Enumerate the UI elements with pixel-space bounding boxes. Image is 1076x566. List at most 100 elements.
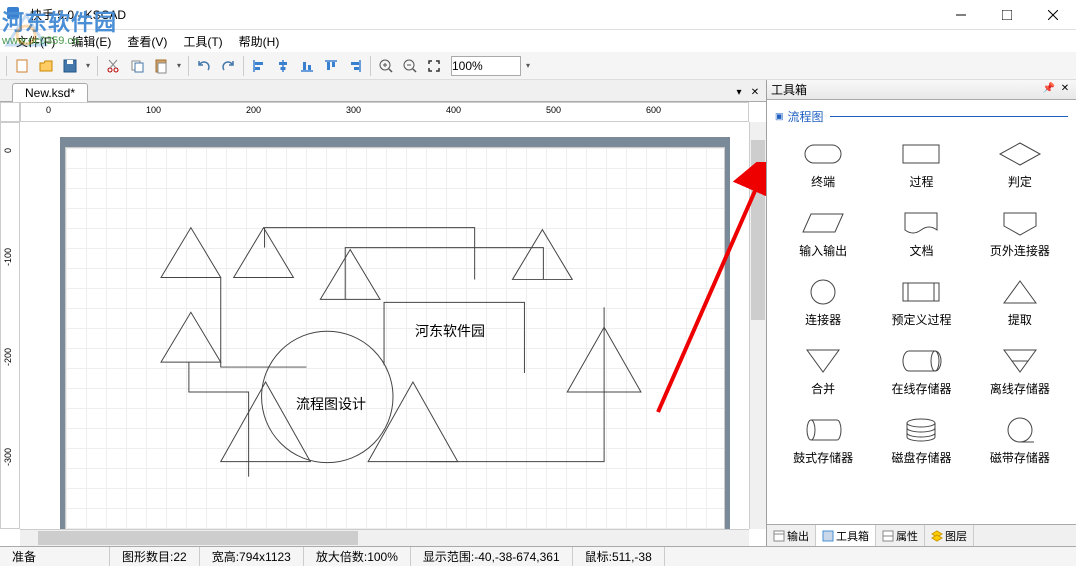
paste-button[interactable]: [150, 55, 172, 77]
category-header[interactable]: ▣ 流程图: [767, 100, 1076, 129]
shape-label: 判定: [1008, 173, 1032, 190]
zoom-combo[interactable]: [451, 56, 521, 76]
align-top-button[interactable]: [320, 55, 342, 77]
tape-storage-icon: [998, 415, 1042, 445]
open-button[interactable]: [35, 55, 57, 77]
status-bar: 准备 图形数目:22 宽高:794x1123 放大倍数:100% 显示范围:-4…: [0, 546, 1076, 566]
new-button[interactable]: [11, 55, 33, 77]
predefined-icon: [899, 277, 943, 307]
redo-button[interactable]: [217, 55, 239, 77]
shape-label: 预定义过程: [891, 311, 951, 328]
shape-connector[interactable]: 连接器: [775, 271, 871, 334]
shape-label: 终端: [811, 173, 835, 190]
ruler-corner: [0, 102, 20, 122]
zoom-in-button[interactable]: [375, 55, 397, 77]
scrollbar-vertical[interactable]: [749, 122, 766, 529]
cut-button[interactable]: [102, 55, 124, 77]
drum-storage-icon: [801, 415, 845, 445]
document-tab[interactable]: New.ksd*: [12, 83, 88, 102]
status-ready: 准备: [0, 547, 110, 566]
zoom-out-button[interactable]: [399, 55, 421, 77]
shape-label: 输入输出: [799, 242, 847, 259]
io-icon: [801, 208, 845, 238]
shape-label: 页外连接器: [990, 242, 1050, 259]
shape-label: 文档: [909, 242, 933, 259]
toolbox-panel: 工具箱 📌 ✕ ▣ 流程图 终端 过程 判定输入输出 文档 页外连接器连接器 预定义过程 提…: [766, 80, 1076, 546]
shape-label: 在线存储器: [891, 380, 951, 397]
shape-disk-storage[interactable]: 磁盘存储器: [873, 409, 969, 472]
app-icon: [5, 5, 25, 25]
panel-title: 工具箱: [771, 81, 1040, 98]
menu-file[interactable]: 文件(F): [8, 31, 63, 52]
title-bar: 快手 5.0 - KSCAD: [0, 0, 1076, 30]
shape-label: 连接器: [805, 311, 841, 328]
shape-offline-storage[interactable]: 离线存储器: [972, 340, 1068, 403]
align-left-button[interactable]: [248, 55, 270, 77]
tab-dropdown-icon[interactable]: ▾: [732, 87, 746, 101]
offline-storage-icon: [998, 346, 1042, 376]
merge-icon: [801, 346, 845, 376]
panel-tab-output[interactable]: 输出: [767, 525, 816, 546]
align-bottom-button[interactable]: [296, 55, 318, 77]
panel-tab-bar: 输出 工具箱 属性 图层: [767, 524, 1076, 546]
shape-online-storage[interactable]: 在线存储器: [873, 340, 969, 403]
shape-io[interactable]: 输入输出: [775, 202, 871, 265]
shape-label: 离线存储器: [990, 380, 1050, 397]
menu-help[interactable]: 帮助(H): [231, 31, 288, 52]
shape-extract[interactable]: 提取: [972, 271, 1068, 334]
status-viewport: 显示范围:-40,-38-674,361: [411, 547, 573, 566]
panel-tab-properties[interactable]: 属性: [876, 525, 925, 546]
window-title: 快手 5.0 - KSCAD: [30, 6, 938, 23]
paste-dropdown-icon[interactable]: ▾: [174, 61, 184, 70]
minimize-button[interactable]: [938, 0, 984, 30]
shape-drum-storage[interactable]: 鼓式存储器: [775, 409, 871, 472]
panel-pin-icon[interactable]: 📌: [1042, 83, 1056, 97]
scrollbar-horizontal[interactable]: [20, 529, 749, 546]
canvas-text-label: 河东软件园: [415, 321, 485, 341]
shape-process[interactable]: 过程: [873, 133, 969, 196]
menu-tools[interactable]: 工具(T): [175, 31, 230, 52]
shape-decision[interactable]: 判定: [972, 133, 1068, 196]
disk-storage-icon: [899, 415, 943, 445]
shape-offpage[interactable]: 页外连接器: [972, 202, 1068, 265]
shape-label: 提取: [1008, 311, 1032, 328]
menu-view[interactable]: 查看(V): [119, 31, 175, 52]
panel-close-icon[interactable]: ✕: [1058, 83, 1072, 97]
connector-icon: [801, 277, 845, 307]
close-button[interactable]: [1030, 0, 1076, 30]
save-button[interactable]: [59, 55, 81, 77]
status-shape-count: 图形数目:22: [110, 547, 200, 566]
menu-bar: 文件(F) 编辑(E) 查看(V) 工具(T) 帮助(H): [0, 30, 1076, 52]
zoom-dropdown-icon[interactable]: ▾: [523, 61, 533, 70]
offpage-icon: [998, 208, 1042, 238]
shape-terminator[interactable]: 终端: [775, 133, 871, 196]
drawing-page[interactable]: 河东软件园 流程图设计: [65, 147, 725, 529]
tab-close-icon[interactable]: ✕: [748, 87, 762, 101]
shape-document[interactable]: 文档: [873, 202, 969, 265]
shape-label: 鼓式存储器: [793, 449, 853, 466]
status-page-size: 宽高:794x1123: [200, 547, 304, 566]
extract-icon: [998, 277, 1042, 307]
align-center-h-button[interactable]: [272, 55, 294, 77]
shape-merge[interactable]: 合并: [775, 340, 871, 403]
panel-tab-layers[interactable]: 图层: [925, 525, 974, 546]
copy-button[interactable]: [126, 55, 148, 77]
shape-label: 过程: [909, 173, 933, 190]
editor-area: New.ksd* ▾ ✕ 0 100 200 300 400 500 600 0…: [0, 80, 766, 546]
align-right-button[interactable]: [344, 55, 366, 77]
canvas[interactable]: 河东软件园 流程图设计: [20, 122, 749, 529]
process-icon: [899, 139, 943, 169]
ruler-vertical: 0 -100 -200 -300: [0, 122, 20, 529]
maximize-button[interactable]: [984, 0, 1030, 30]
shape-label: 磁带存储器: [990, 449, 1050, 466]
shape-tape-storage[interactable]: 磁带存储器: [972, 409, 1068, 472]
undo-button[interactable]: [193, 55, 215, 77]
canvas-text-label: 流程图设计: [296, 394, 366, 414]
toolbar: ▾ ▾ ▾: [0, 52, 1076, 80]
zoom-fit-button[interactable]: [423, 55, 445, 77]
panel-tab-toolbox[interactable]: 工具箱: [816, 525, 876, 546]
menu-edit[interactable]: 编辑(E): [63, 31, 119, 52]
save-dropdown-icon[interactable]: ▾: [83, 61, 93, 70]
document-icon: [899, 208, 943, 238]
shape-predefined[interactable]: 预定义过程: [873, 271, 969, 334]
